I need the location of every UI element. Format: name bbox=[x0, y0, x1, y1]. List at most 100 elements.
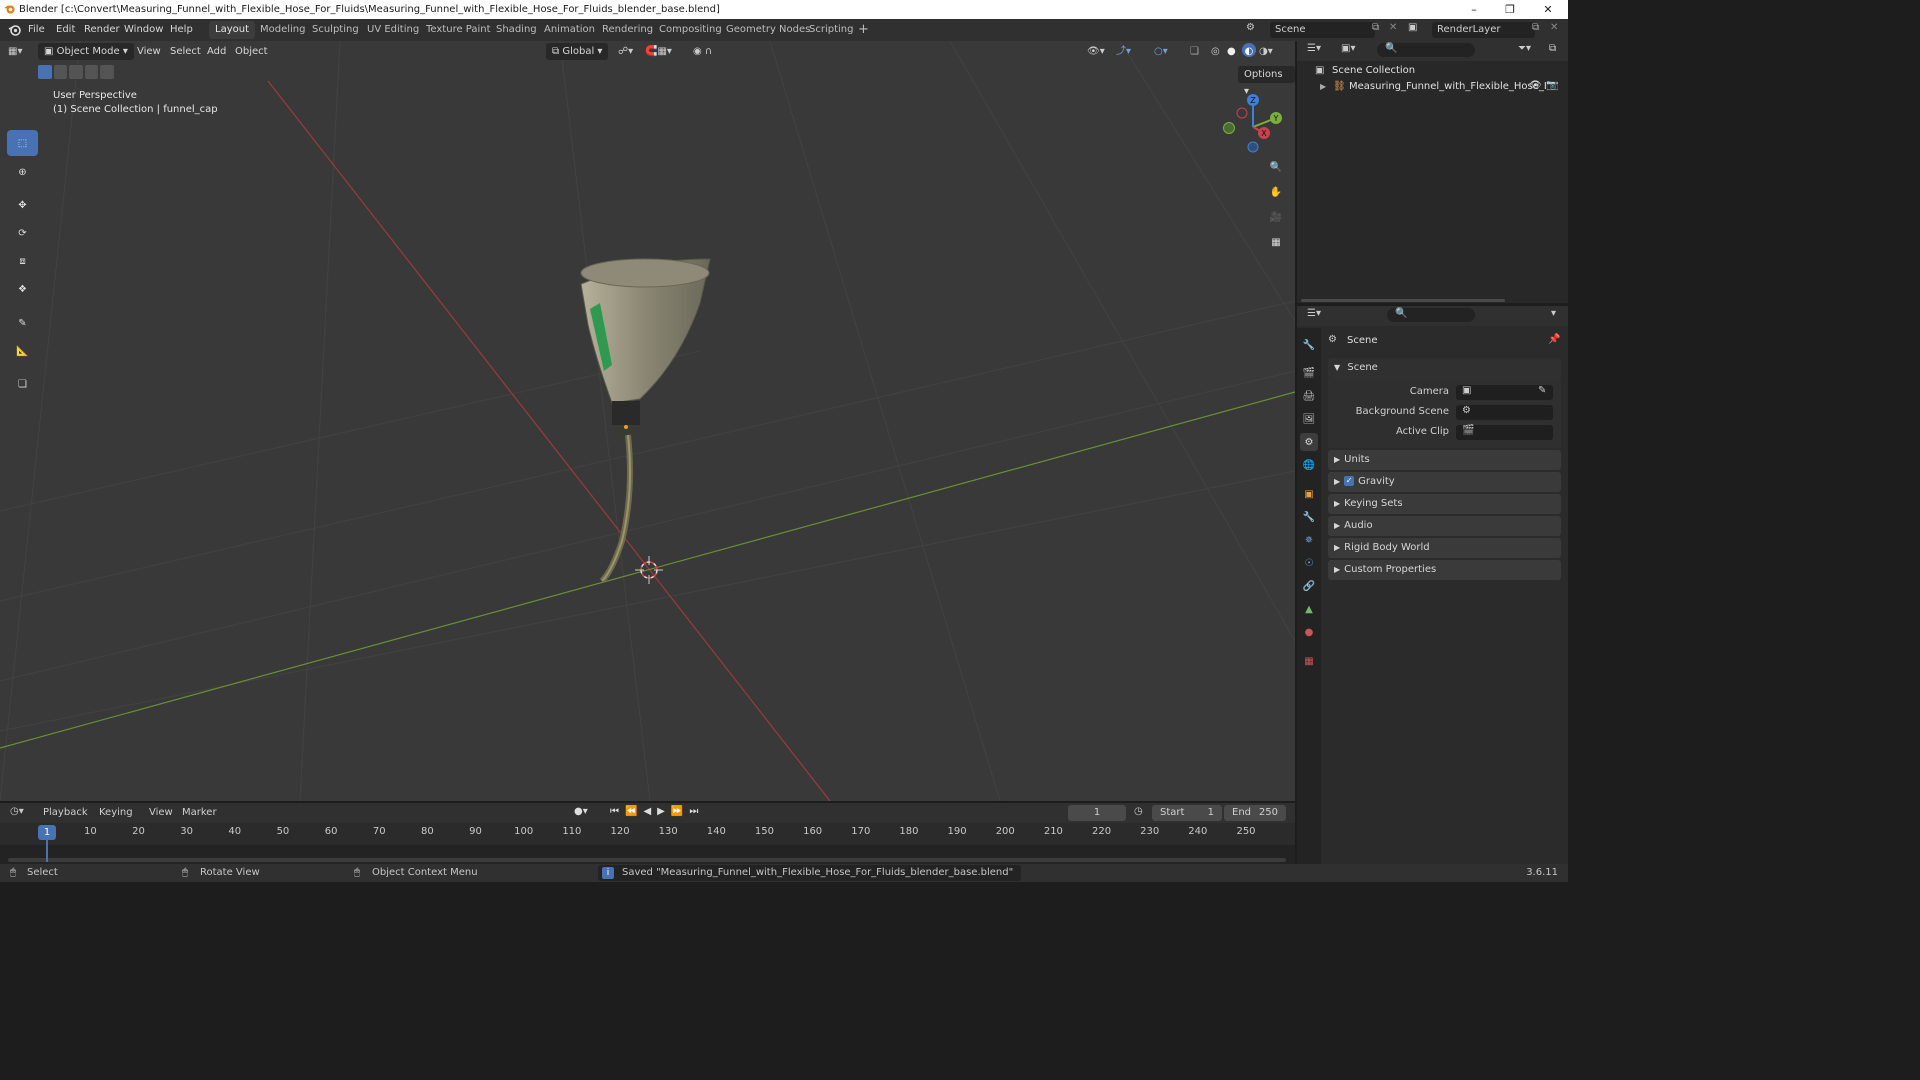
properties-editor-type-icon[interactable]: ☰▾ bbox=[1307, 308, 1321, 319]
tab-texture-paint[interactable]: Texture Paint bbox=[420, 21, 497, 39]
menu-object[interactable]: Object bbox=[235, 43, 268, 60]
xray-icon[interactable]: ❏ bbox=[1190, 43, 1199, 60]
editor-type-icon[interactable]: ▦▾ bbox=[8, 43, 22, 60]
new-layer-icon[interactable]: ⧉ bbox=[1532, 22, 1539, 33]
rendered-shading-icon[interactable]: ◑▾ bbox=[1259, 43, 1273, 60]
tab-uv-editing[interactable]: UV Editing bbox=[361, 21, 425, 39]
select-new-icon[interactable] bbox=[38, 65, 52, 79]
scene-selector[interactable]: Scene bbox=[1270, 22, 1375, 38]
pin-icon[interactable]: 📌 bbox=[1548, 334, 1560, 345]
tab-rendering[interactable]: Rendering bbox=[596, 21, 659, 39]
menu-marker[interactable]: Marker bbox=[182, 807, 217, 818]
particles-tab-icon[interactable]: ✵ bbox=[1300, 531, 1318, 549]
annotate-tool-icon[interactable]: ✎ bbox=[7, 310, 38, 336]
overlay-toggle-icon[interactable]: ○▾ bbox=[1154, 43, 1168, 60]
tab-animation[interactable]: Animation bbox=[538, 21, 601, 39]
add-workspace-button[interactable]: + bbox=[852, 21, 875, 39]
data-tab-icon[interactable]: ▲ bbox=[1300, 600, 1318, 618]
render-layer-selector[interactable]: RenderLayer bbox=[1432, 22, 1535, 38]
play-reverse-icon[interactable]: ◀ bbox=[643, 806, 657, 817]
menu-edit[interactable]: Edit bbox=[56, 19, 75, 41]
gravity-checkbox[interactable]: ✓ bbox=[1344, 476, 1355, 486]
current-frame-field[interactable]: 1 bbox=[1068, 805, 1126, 821]
scene-tab-icon[interactable]: ⚙ bbox=[1300, 433, 1318, 451]
menu-window[interactable]: Window bbox=[124, 19, 163, 41]
menu-view[interactable]: View bbox=[137, 43, 161, 60]
tab-geometry-nodes[interactable]: Geometry Nodes bbox=[720, 21, 816, 39]
pan-hand-icon[interactable]: ✋ bbox=[1265, 181, 1287, 203]
timeline-editor-type-icon[interactable]: ◷▾ bbox=[10, 806, 24, 817]
outliner-editor-type-icon[interactable]: ☰▾ bbox=[1307, 43, 1321, 54]
playhead-frame[interactable]: 1 bbox=[38, 825, 56, 840]
menu-select[interactable]: Select bbox=[170, 43, 201, 60]
maximize-icon[interactable]: ❐ bbox=[1492, 0, 1528, 19]
preview-range-icon[interactable]: ◷ bbox=[1134, 806, 1143, 817]
expand-arrow-icon[interactable]: ▶ bbox=[1320, 82, 1326, 91]
render-tab-icon[interactable]: 🎬 bbox=[1300, 364, 1318, 382]
units-panel[interactable]: ▶ Units bbox=[1328, 450, 1561, 470]
camera-view-icon[interactable]: 🎥 bbox=[1265, 206, 1287, 228]
world-tab-icon[interactable]: 🌐 bbox=[1300, 456, 1318, 474]
constraints-tab-icon[interactable]: 🔗 bbox=[1300, 577, 1318, 595]
eyedropper-icon[interactable]: ✎ bbox=[1538, 385, 1546, 396]
outliner-search-input[interactable]: 🔍 bbox=[1377, 43, 1475, 57]
scene-collection-label[interactable]: Scene Collection bbox=[1332, 65, 1415, 76]
modifier-tab-icon[interactable]: 🔧 bbox=[1300, 508, 1318, 526]
outliner-scrollbar[interactable] bbox=[1301, 299, 1505, 302]
funnel-object[interactable] bbox=[580, 258, 711, 584]
tab-shading[interactable]: Shading bbox=[490, 21, 543, 39]
scale-tool-icon[interactable]: ⧈ bbox=[7, 248, 38, 274]
tab-compositing[interactable]: Compositing bbox=[653, 21, 728, 39]
end-frame-field[interactable]: End 250 bbox=[1224, 805, 1286, 821]
mode-dropdown[interactable]: ▣ Object Mode ▾ bbox=[38, 43, 134, 60]
audio-panel[interactable]: ▶ Audio bbox=[1328, 516, 1561, 536]
menu-add[interactable]: Add bbox=[207, 43, 226, 60]
menu-render[interactable]: Render bbox=[84, 19, 120, 41]
physics-tab-icon[interactable]: ☉ bbox=[1300, 554, 1318, 572]
wireframe-shading-icon[interactable]: ◎ bbox=[1211, 43, 1220, 60]
menu-keying[interactable]: Keying bbox=[99, 807, 133, 818]
menu-file[interactable]: File bbox=[28, 19, 45, 41]
next-keyframe-icon[interactable]: ⏩ bbox=[671, 806, 689, 817]
menu-playback[interactable]: Playback bbox=[43, 807, 88, 818]
jump-start-icon[interactable]: ⏮ bbox=[610, 806, 625, 817]
pivot-point-icon[interactable]: ☍▾ bbox=[618, 43, 633, 60]
material-shading-icon[interactable]: ◐ bbox=[1242, 43, 1256, 57]
scene-browse-icon[interactable]: ⚙ bbox=[1246, 22, 1268, 38]
select-box-tool-icon[interactable]: ⬚ bbox=[7, 130, 38, 156]
scene-section-header[interactable]: ▼ Scene bbox=[1328, 358, 1561, 378]
playhead-line[interactable] bbox=[46, 840, 48, 862]
status-report[interactable]: i Saved "Measuring_Funnel_with_Flexible_… bbox=[598, 865, 1022, 881]
tab-modeling[interactable]: Modeling bbox=[254, 21, 312, 39]
add-cube-tool-icon[interactable]: ❏ bbox=[7, 371, 38, 397]
gizmo-toggle-icon[interactable]: ⤴▾ bbox=[1116, 43, 1131, 60]
keying-sets-panel[interactable]: ▶ Keying Sets bbox=[1328, 494, 1561, 514]
minimize-icon[interactable]: – bbox=[1456, 0, 1492, 19]
tab-layout[interactable]: Layout bbox=[209, 21, 255, 39]
transform-tool-icon[interactable]: ❖ bbox=[7, 276, 38, 302]
options-dropdown[interactable]: Options ▾ bbox=[1238, 66, 1295, 97]
material-tab-icon[interactable]: ● bbox=[1300, 623, 1318, 641]
record-icon[interactable]: ●▾ bbox=[574, 806, 588, 817]
cursor-tool-icon[interactable]: ⊕ bbox=[7, 159, 38, 185]
texture-tab-icon[interactable]: ▦ bbox=[1300, 652, 1318, 670]
delete-layer-icon[interactable]: ✕ bbox=[1550, 22, 1558, 33]
measure-tool-icon[interactable]: 📐 bbox=[7, 338, 38, 364]
start-frame-field[interactable]: Start 1 bbox=[1152, 805, 1222, 821]
select-extend-icon[interactable] bbox=[53, 65, 68, 79]
3d-viewport[interactable]: Y X Z User Perspective (1) Scene Collect… bbox=[0, 41, 1295, 801]
eye-icon[interactable]: 👁 bbox=[1529, 80, 1542, 91]
tool-tab-icon[interactable]: 🔧 bbox=[1300, 336, 1318, 354]
prev-keyframe-icon[interactable]: ⏪ bbox=[625, 806, 643, 817]
properties-search-input[interactable]: 🔍 bbox=[1387, 308, 1475, 322]
menu-help[interactable]: Help bbox=[170, 19, 193, 41]
tab-scripting[interactable]: Scripting bbox=[803, 21, 859, 39]
transform-orientation-dropdown[interactable]: ⧉ Global ▾ bbox=[546, 43, 609, 60]
play-icon[interactable]: ▶ bbox=[657, 806, 671, 817]
snap-icon[interactable]: 🧲▦▾ bbox=[645, 43, 672, 60]
visibility-icon[interactable]: 👁▾ bbox=[1087, 43, 1105, 60]
object-tab-icon[interactable]: ▣ bbox=[1300, 485, 1318, 503]
timeline-scrollbar[interactable] bbox=[8, 858, 1286, 862]
ortho-grid-icon[interactable]: ▦ bbox=[1265, 231, 1287, 253]
close-icon[interactable]: ✕ bbox=[1530, 0, 1566, 19]
